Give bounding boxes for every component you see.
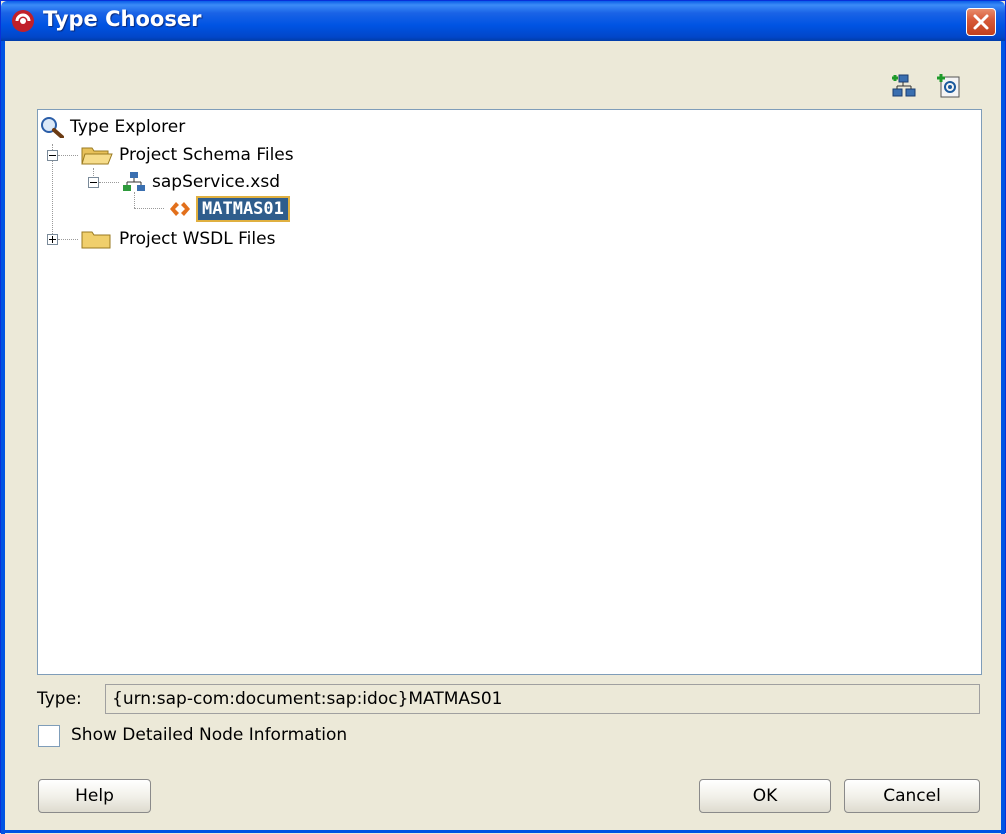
help-button[interactable]: Help	[38, 779, 151, 813]
tree-item-sapservice-xsd[interactable]: sapService.xsd	[122, 169, 280, 195]
tree-connector	[134, 208, 164, 209]
close-button[interactable]	[966, 8, 996, 36]
tree-connector	[99, 182, 119, 183]
import-wsdl-icon[interactable]	[936, 73, 962, 99]
close-icon	[973, 14, 989, 30]
tree-connector	[58, 155, 78, 156]
tree-item-label: Project Schema Files	[119, 145, 294, 165]
tree-item-label: Type Explorer	[70, 117, 186, 137]
show-detailed-label[interactable]: Show Detailed Node Information	[71, 725, 347, 745]
tree-item-label-selected: MATMAS01	[196, 196, 290, 222]
collapse-toggle[interactable]	[47, 150, 58, 161]
show-detailed-checkbox[interactable]	[38, 725, 60, 747]
tree-item-project-wsdl-files[interactable]: Project WSDL Files	[81, 226, 275, 252]
expand-toggle[interactable]	[47, 234, 58, 245]
ok-button[interactable]: OK	[699, 779, 831, 813]
tree-item-label: sapService.xsd	[152, 172, 281, 192]
import-schema-icon[interactable]	[891, 73, 917, 99]
folder-icon	[81, 231, 111, 249]
collapse-toggle[interactable]	[88, 177, 99, 188]
element-icon	[170, 202, 190, 216]
type-label: Type:	[37, 689, 82, 709]
tree-root-type-explorer[interactable]: Type Explorer	[40, 114, 185, 140]
search-icon	[41, 117, 64, 138]
folder-open-icon	[81, 147, 113, 165]
tree-item-project-schema-files[interactable]: Project Schema Files	[81, 142, 294, 168]
window-frame-left	[1, 41, 5, 834]
window-frame-right	[1001, 41, 1005, 834]
cancel-button[interactable]: Cancel	[844, 779, 980, 813]
type-chooser-dialog: Type Chooser Type Explorer Project Schem…	[0, 0, 1006, 834]
app-icon	[12, 10, 34, 32]
tree-item-matmas01[interactable]: MATMAS01	[168, 196, 290, 222]
window-title: Type Chooser	[43, 7, 202, 31]
type-field: {urn:sap-com:document:sap:idoc}MATMAS01	[105, 684, 980, 714]
schema-icon	[123, 172, 145, 191]
tree-connector	[58, 239, 78, 240]
tree-item-label: Project WSDL Files	[119, 229, 276, 249]
type-explorer-tree[interactable]: Type Explorer Project Schema Files sapSe…	[37, 109, 982, 675]
title-bar[interactable]: Type Chooser	[1, 1, 1005, 41]
